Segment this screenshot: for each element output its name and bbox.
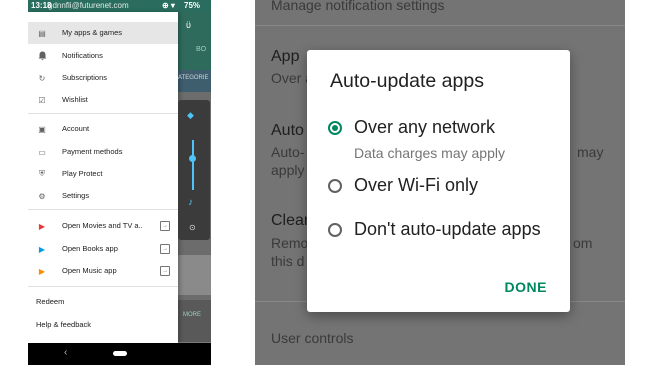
divider	[28, 286, 178, 287]
radio-unselected-icon[interactable]	[328, 223, 342, 237]
drawer-item-label: Wishlist	[62, 95, 88, 104]
left-phone-side-panel: ◆ ♪ ⊙	[178, 100, 210, 240]
bg-clear-right: om	[573, 235, 593, 251]
open-external-icon: →	[160, 221, 170, 231]
drawer-item-settings[interactable]: ⚙ Settings	[28, 185, 178, 207]
status-bar: 13:18 gdnnfli@futurenet.com ⊕ ▾ 75%	[28, 0, 211, 12]
volume-slider[interactable]	[192, 140, 194, 190]
drawer-item-label: Notifications	[62, 51, 103, 60]
option-label: Over any network	[354, 117, 496, 137]
bg-app-label: App	[271, 48, 300, 65]
tab-partial: BO	[196, 46, 207, 53]
drawer-item-label: Open Books app	[62, 244, 118, 253]
home-pill-icon[interactable]	[113, 351, 127, 356]
drawer-item-wishlist[interactable]: ☑ Wishlist	[28, 89, 178, 111]
categories-partial: ATEGORIE	[178, 75, 209, 81]
bg-user-controls: User controls	[271, 330, 354, 346]
drawer-item-label: Open Music app	[62, 266, 117, 275]
status-email: gdnnfli@futurenet.com	[48, 1, 129, 10]
drawer-item-help-feedback[interactable]: Help & feedback	[36, 320, 91, 329]
divider	[28, 209, 178, 210]
shield-icon: ⛨	[39, 169, 45, 178]
done-button[interactable]: DONE	[505, 279, 547, 295]
bg-auto-sub1: Auto-	[271, 144, 305, 160]
auto-update-dialog: Auto-update apps Over any network Data c…	[307, 50, 570, 312]
radio-unselected-icon[interactable]	[328, 179, 342, 193]
back-icon[interactable]: ‹	[64, 347, 67, 358]
background-more	[178, 300, 211, 342]
navigation-drawer: ▤ My apps & games Notifications ↻ Subscr…	[28, 12, 178, 343]
option-wifi-only[interactable]: Over Wi-Fi only	[328, 175, 568, 199]
drawer-item-label: My apps & games	[62, 28, 123, 37]
drawer-item-open-books[interactable]: ▶ Open Books app →	[28, 238, 178, 260]
status-icons: ⊕ ▾	[162, 1, 175, 10]
drawer-item-redeem[interactable]: Redeem	[36, 297, 64, 306]
right-phone-screenshot: Manage notification settings App Over a …	[255, 0, 625, 365]
drawer-item-account[interactable]: ▣ Account	[28, 118, 178, 140]
bg-clear-sub1: Remo	[271, 235, 309, 251]
background-card	[178, 255, 211, 295]
bg-auto-sub2: apply	[271, 162, 305, 178]
drawer-item-label: Play Protect	[62, 169, 103, 178]
option-label: Over Wi-Fi only	[354, 175, 479, 195]
drawer-item-notifications[interactable]: Notifications	[28, 45, 178, 67]
drawer-item-subscriptions[interactable]: ↻ Subscriptions	[28, 67, 178, 89]
drawer-item-open-movies[interactable]: ▶ Open Movies and TV a.. →	[28, 215, 178, 237]
media-icon: ◆	[187, 110, 194, 120]
drawer-item-label: Account	[62, 124, 90, 133]
drawer-item-label: Payment methods	[62, 147, 123, 156]
open-external-icon: →	[160, 244, 170, 254]
card-icon: ▭	[38, 147, 46, 157]
music-note-icon: ♪	[188, 197, 193, 208]
music-icon: ▶	[38, 266, 46, 276]
books-icon: ▶	[38, 244, 46, 254]
bg-manage-notifications: Manage notification settings	[271, 0, 445, 13]
gear-icon: ⚙	[38, 191, 46, 201]
system-nav-bar: ‹	[28, 343, 211, 365]
dialog-title: Auto-update apps	[330, 70, 484, 92]
volume-handle[interactable]	[189, 155, 196, 162]
drawer-item-label: Settings	[62, 191, 90, 200]
movies-icon: ▶	[38, 221, 46, 231]
divider	[28, 113, 178, 114]
refresh-icon: ↻	[38, 73, 46, 83]
bg-auto-label: Auto	[271, 122, 304, 139]
more-partial: MORE	[183, 312, 201, 318]
bg-clear-label: Clear	[271, 212, 310, 229]
drawer-item-label: Open Movies and TV a..	[62, 221, 143, 230]
option-dont-auto-update[interactable]: Don't auto-update apps	[328, 219, 568, 243]
background-categories-strip	[178, 70, 211, 92]
bg-auto-right: may	[577, 144, 604, 160]
open-external-icon: →	[160, 266, 170, 276]
apps-icon: ▤	[38, 28, 46, 38]
drawer-item-open-music[interactable]: ▶ Open Music app →	[28, 260, 178, 282]
account-icon: ▣	[38, 124, 46, 134]
option-any-network[interactable]: Over any network	[328, 117, 568, 141]
drawer-item-my-apps[interactable]: ▤ My apps & games	[28, 22, 178, 44]
divider	[255, 25, 625, 26]
drawer-item-play-protect[interactable]: ⛨ Play Protect	[28, 163, 178, 185]
bg-clear-sub2: this d	[271, 253, 305, 269]
bookmark-icon: ☑	[38, 95, 46, 105]
drawer-item-label: Subscriptions	[62, 73, 108, 82]
settings-dot-icon[interactable]: ⊙	[189, 223, 196, 232]
battery-level: 75%	[184, 1, 201, 10]
search-icon[interactable]: ϋ	[186, 20, 191, 30]
drawer-item-payment-methods[interactable]: ▭ Payment methods	[28, 141, 178, 163]
option-any-network-sublabel: Data charges may apply	[354, 145, 505, 161]
option-label: Don't auto-update apps	[354, 219, 541, 239]
bell-icon	[37, 51, 47, 61]
radio-selected-icon[interactable]	[328, 121, 342, 135]
